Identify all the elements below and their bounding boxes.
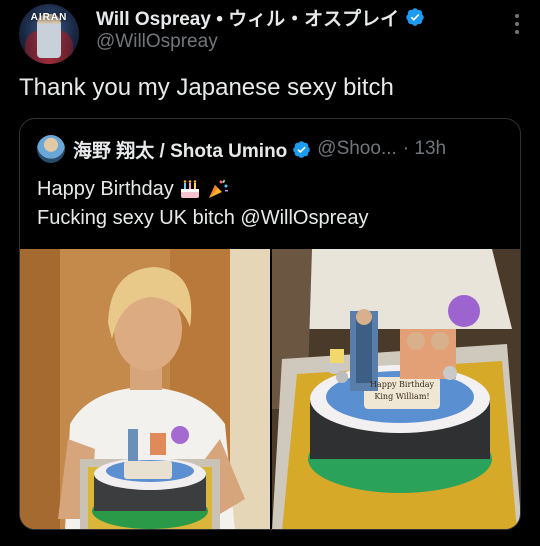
author-avatar[interactable]: AIRAN xyxy=(19,4,79,64)
quoted-photo-1[interactable] xyxy=(20,249,270,529)
quoted-author-avatar[interactable] xyxy=(37,135,65,163)
quoted-text-happy-birthday: Happy Birthday xyxy=(37,177,174,200)
quoted-header: 海野 翔太 / Shota Umino @Shoo... · 13h xyxy=(73,135,446,163)
quoted-display-name[interactable]: 海野 翔太 / Shota Umino xyxy=(73,136,287,163)
verified-badge-icon xyxy=(406,8,424,26)
tweet-text: Thank you my Japanese sexy bitch xyxy=(19,74,394,101)
cake-plaque-line-2: King William! xyxy=(374,392,430,401)
author-handle[interactable]: @WillOspreay xyxy=(96,31,218,53)
birthday-cake-icon xyxy=(180,180,199,198)
party-popper-icon xyxy=(208,179,228,198)
tweet[interactable]: AIRAN Will Ospreay • ウィル・オスプレイ @WillOspr… xyxy=(0,0,540,546)
author-display-name[interactable]: Will Ospreay • ウィル・オスプレイ xyxy=(96,4,399,31)
photo-1-illustration xyxy=(20,249,270,529)
avatar-text: AIRAN xyxy=(30,12,68,23)
quoted-tweet[interactable]: 海野 翔太 / Shota Umino @Shoo... · 13h Happy… xyxy=(19,118,521,530)
cake-plaque-text: Happy Birthday King William! xyxy=(366,379,438,403)
verified-badge-icon xyxy=(293,140,311,158)
more-options-icon[interactable] xyxy=(505,12,529,36)
quoted-text-line-2: Fucking sexy UK bitch @WillOspreay xyxy=(37,207,369,229)
quoted-photo-2[interactable]: Happy Birthday King William! xyxy=(272,249,520,529)
author-name-row[interactable]: Will Ospreay • ウィル・オスプレイ xyxy=(96,4,425,30)
quoted-text-line-1: Happy Birthday xyxy=(37,177,230,201)
quoted-timestamp[interactable]: · 13h xyxy=(403,138,446,160)
cake-plaque-line-1: Happy Birthday xyxy=(369,380,435,389)
quoted-handle[interactable]: @Shoo... xyxy=(317,138,397,160)
